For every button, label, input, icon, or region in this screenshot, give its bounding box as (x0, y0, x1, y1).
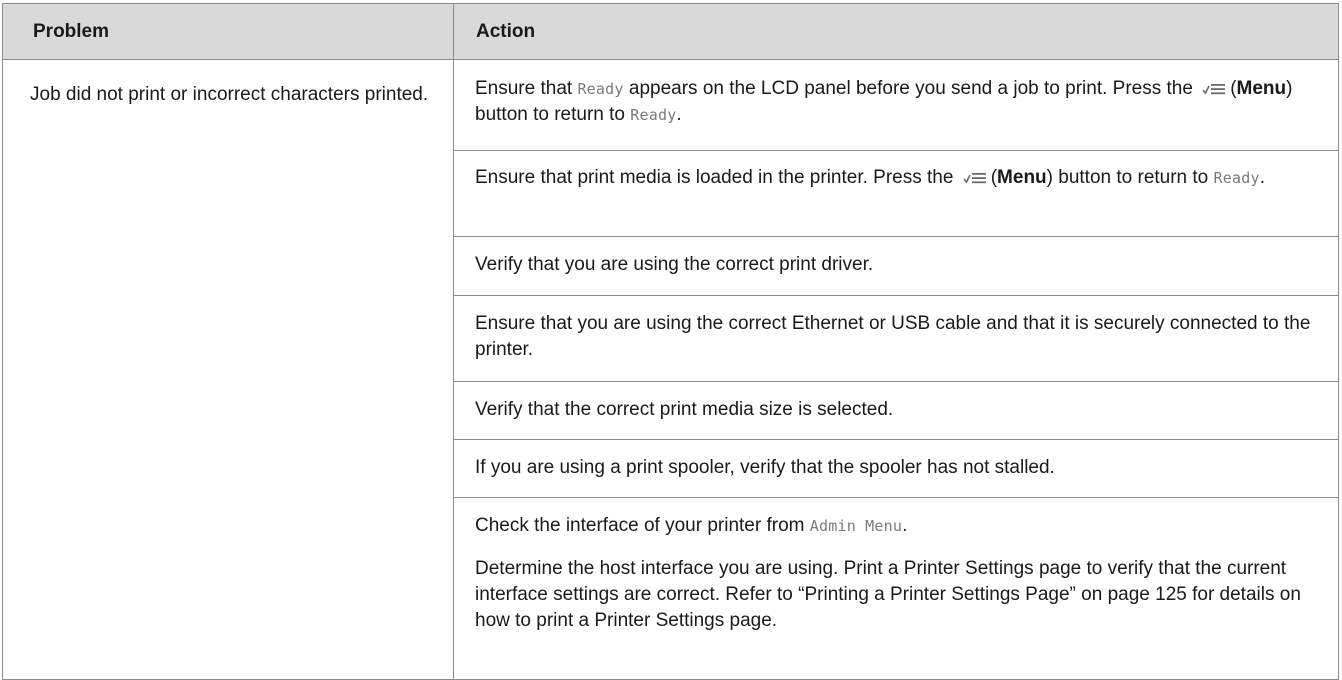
action-text: If you are using a print spooler, verify… (475, 457, 1055, 478)
action-text: Ensure that Ready appears on the LCD pan… (475, 76, 1324, 128)
lcd-text-ready: Ready (630, 106, 677, 124)
action-cell: Ensure that you are using the correct Et… (453, 295, 1339, 382)
action-cell: If you are using a print spooler, verify… (453, 439, 1339, 498)
action-text: Check the interface of your printer from… (475, 513, 1324, 539)
text-segment: Ensure that (475, 78, 578, 99)
menu-list-icon (1202, 83, 1226, 95)
action-text: Determine the host interface you are usi… (475, 558, 1301, 631)
action-text: Verify that the correct print media size… (475, 399, 894, 420)
troubleshooting-table: Problem Action Job did not print or inco… (2, 3, 1339, 680)
problem-cell: Job did not print or incorrect character… (2, 59, 454, 680)
text-segment: . (676, 104, 682, 125)
action-cell: Ensure that Ready appears on the LCD pan… (453, 59, 1339, 151)
lcd-text-ready: Ready (1213, 169, 1260, 187)
action-cell: Check the interface of your printer from… (453, 497, 1339, 680)
text-segment: . (1259, 167, 1265, 188)
action-cell: Verify that you are using the correct pr… (453, 236, 1339, 296)
menu-list-icon (963, 172, 986, 184)
text-segment: Ensure that print media is loaded in the… (475, 167, 959, 188)
action-text: Ensure that you are using the correct Et… (475, 313, 1311, 360)
action-text: Verify that you are using the correct pr… (475, 254, 874, 275)
action-cell: Verify that the correct print media size… (453, 381, 1339, 440)
lcd-text-ready: Ready (577, 80, 624, 98)
text-segment: appears on the LCD panel before you send… (623, 78, 1199, 99)
table-row: Job did not print or incorrect character… (2, 59, 1339, 680)
text-segment: Check the interface of your printer from (475, 515, 810, 536)
action-cell: Ensure that print media is loaded in the… (453, 150, 1339, 237)
action-column-header: Action (453, 3, 1339, 60)
text-segment: button to return to (1052, 167, 1214, 188)
problem-column-header: Problem (2, 3, 454, 60)
text-segment: ) (1286, 78, 1293, 99)
lcd-text-admin-menu: Admin Menu (809, 517, 903, 535)
header-row: Problem Action (2, 3, 1339, 60)
menu-button-label: Menu (997, 167, 1047, 188)
text-segment: button to return to (475, 104, 631, 125)
action-text: Ensure that print media is loaded in the… (475, 165, 1324, 191)
text-segment: . (902, 515, 908, 536)
menu-button-label: Menu (1236, 78, 1287, 99)
